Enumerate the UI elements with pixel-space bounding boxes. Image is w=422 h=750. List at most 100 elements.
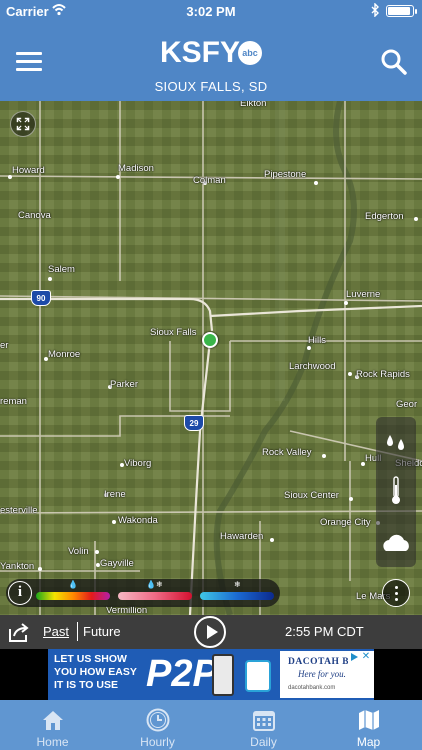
- place-dot: [349, 497, 353, 501]
- place-label: Madison: [118, 163, 154, 174]
- place-label: Yankton: [0, 561, 35, 572]
- home-icon: [43, 711, 63, 730]
- place-label: Parker: [110, 379, 138, 390]
- station-logo: KSFY abc: [0, 36, 422, 70]
- timeline-divider: [77, 622, 78, 641]
- place-dot: [322, 454, 326, 458]
- ad-bank-name: DACOTAH B: [288, 657, 350, 667]
- tab-label: Hourly: [140, 735, 175, 749]
- mix-icon: 💧❄: [146, 580, 163, 589]
- cloud-icon[interactable]: [376, 523, 416, 563]
- map-icon: [359, 710, 379, 730]
- radar-map[interactable]: Elkton Howard Madison Colman Pipestone C…: [0, 101, 422, 615]
- more-dot-icon: [395, 592, 398, 595]
- abc-logo-badge: abc: [238, 41, 262, 65]
- place-label: Orange City: [320, 517, 371, 528]
- place-label: Gayville: [100, 558, 134, 569]
- place-label: Luverne: [346, 289, 381, 300]
- place-label: Pipestone: [264, 169, 307, 180]
- place-label: Hills: [308, 335, 326, 346]
- ad-url: dacotahbank.com: [288, 685, 336, 691]
- future-toggle[interactable]: Future: [83, 624, 121, 639]
- ad-line: IT IS TO USE: [54, 679, 118, 691]
- clock-icon: [146, 708, 170, 732]
- place-label: er: [0, 340, 9, 351]
- fullscreen-icon[interactable]: [10, 111, 36, 137]
- tab-home[interactable]: Home: [0, 700, 105, 750]
- precip-legend: i 💧 💧❄ ❄: [6, 579, 280, 607]
- place-label: Wakonda: [118, 515, 158, 526]
- ad-tagline: Here for you.: [298, 669, 346, 679]
- current-location-marker[interactable]: [202, 332, 218, 348]
- play-button[interactable]: [194, 616, 226, 648]
- tab-daily[interactable]: Daily: [211, 700, 316, 750]
- place-label: Volin: [68, 546, 89, 557]
- place-label: reman: [0, 396, 27, 407]
- place-label: Edgerton: [365, 211, 404, 222]
- more-dot-icon: [395, 586, 398, 589]
- place-dot: [348, 372, 352, 376]
- place-dot: [112, 520, 116, 524]
- past-toggle[interactable]: Past: [43, 624, 69, 639]
- tab-label: Daily: [250, 735, 277, 749]
- place-label: Rock Valley: [262, 447, 312, 458]
- place-label: Sioux Falls: [150, 327, 197, 338]
- place-label: Hawarden: [220, 531, 264, 542]
- ad-choices-icon[interactable]: [348, 651, 360, 663]
- snow-scale-bar: [200, 592, 274, 600]
- ad-line: LET US SHOW: [54, 653, 127, 665]
- place-dot: [95, 550, 99, 554]
- more-dot-icon: [395, 598, 398, 601]
- place-label: Salem: [48, 264, 75, 275]
- place-label: Elkton: [240, 101, 267, 109]
- map-layer-panel: [376, 417, 416, 567]
- place-label: Viborg: [124, 458, 152, 469]
- rain-scale-bar: [36, 592, 110, 600]
- interstate-29-shield: 29: [184, 415, 204, 431]
- place-dot: [414, 217, 418, 221]
- place-label: Geor: [396, 399, 418, 410]
- tab-label: Home: [36, 735, 69, 749]
- phone-app-image: [245, 660, 271, 692]
- radar-timestamp: 2:55 PM CDT: [285, 624, 364, 639]
- search-icon[interactable]: [380, 48, 408, 76]
- bluetooth-icon: [371, 3, 379, 17]
- place-label: Monroe: [48, 349, 81, 360]
- mix-scale-bar: [118, 592, 192, 600]
- place-dot: [38, 567, 42, 571]
- status-bar: Carrier 3:02 PM: [0, 0, 422, 22]
- phone-image: [212, 654, 234, 696]
- share-icon[interactable]: [7, 621, 31, 643]
- place-label: Irene: [104, 489, 126, 500]
- logo-text: KSFY: [159, 36, 240, 69]
- snowflake-icon: ❄: [234, 580, 241, 589]
- interstate-90-shield: 90: [31, 290, 51, 306]
- more-options-button[interactable]: [382, 579, 410, 607]
- place-dot: [116, 175, 120, 179]
- place-dot: [307, 346, 311, 350]
- place-label: Canova: [18, 210, 51, 221]
- radar-timeline: Past Future 2:55 PM CDT: [0, 615, 422, 649]
- radar-drops-icon[interactable]: [376, 421, 416, 461]
- place-label: Howard: [12, 165, 45, 176]
- ad-close-icon[interactable]: ✕: [360, 651, 372, 663]
- tab-map[interactable]: Map: [316, 700, 421, 750]
- battery-icon: [386, 5, 417, 17]
- calendar-icon: [253, 711, 275, 731]
- ad-line: YOU HOW EASY: [54, 666, 137, 678]
- status-time: 3:02 PM: [186, 4, 236, 19]
- tab-hourly[interactable]: Hourly: [105, 700, 210, 750]
- thermometer-icon[interactable]: [376, 471, 416, 511]
- ad-banner[interactable]: LET US SHOW YOU HOW EASY IT IS TO USE P2…: [48, 649, 374, 700]
- place-label: Colman: [193, 175, 226, 186]
- place-label: Rock Rapids: [356, 369, 410, 380]
- place-label: esterville: [0, 505, 38, 516]
- ad-headline: LET US SHOW YOU HOW EASY IT IS TO USE: [54, 653, 137, 692]
- place-dot: [344, 301, 348, 305]
- info-button[interactable]: i: [8, 581, 32, 605]
- place-dot: [270, 538, 274, 542]
- place-dot: [314, 181, 318, 185]
- app-header: Carrier 3:02 PM KSFY abc SIOUX FALLS, SD: [0, 0, 422, 101]
- bottom-tab-bar: Home Hourly Daily Map: [0, 700, 422, 750]
- rain-drop-icon: 💧: [68, 580, 78, 589]
